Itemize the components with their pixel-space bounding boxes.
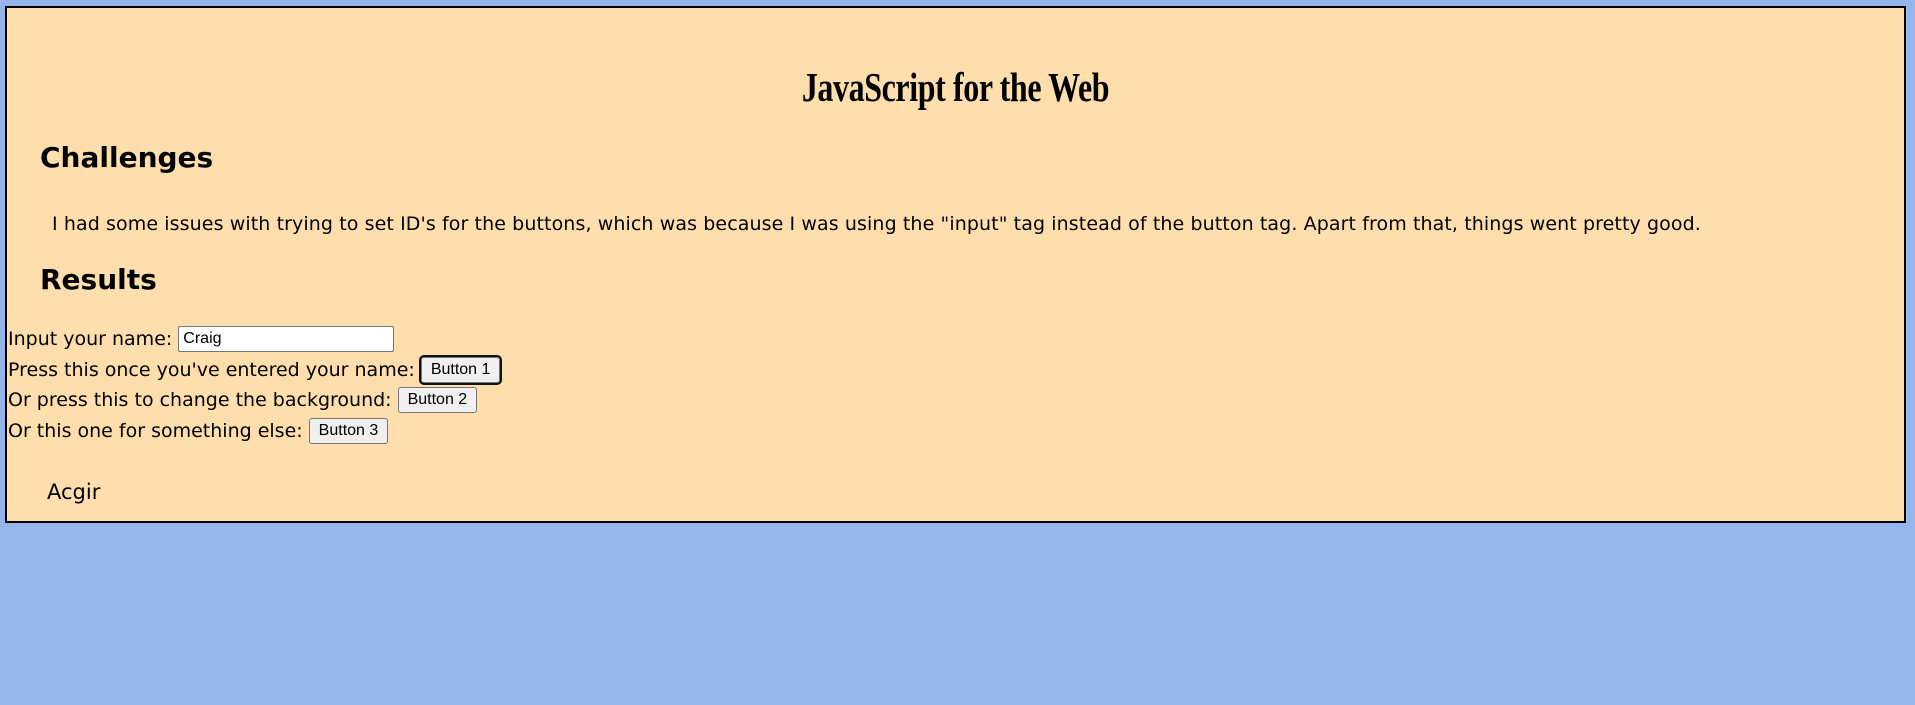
name-input[interactable] [178, 326, 395, 352]
challenges-heading: Challenges [40, 141, 214, 174]
content-panel: JavaScript for the Web Challenges I had … [5, 6, 1906, 523]
button1-label: Press this once you've entered your name… [8, 359, 415, 381]
button-3[interactable]: Button 3 [308, 418, 389, 444]
challenges-text: I had some issues with trying to set ID'… [52, 213, 1701, 235]
page-title: JavaScript for the Web [801, 64, 1110, 110]
button-2[interactable]: Button 2 [397, 387, 478, 413]
button3-row: Or this one for something else: Button 3 [8, 418, 389, 444]
button2-label: Or press this to change the background: [8, 389, 392, 411]
output-text: Acgir [47, 480, 101, 504]
button-1[interactable]: Button 1 [418, 355, 503, 385]
name-row: Input your name: [8, 326, 395, 352]
button3-label: Or this one for something else: [8, 420, 303, 442]
button2-row: Or press this to change the background: … [8, 387, 478, 413]
button1-row: Press this once you've entered your name… [8, 355, 503, 385]
results-heading: Results [40, 263, 157, 296]
name-label: Input your name: [8, 328, 173, 350]
